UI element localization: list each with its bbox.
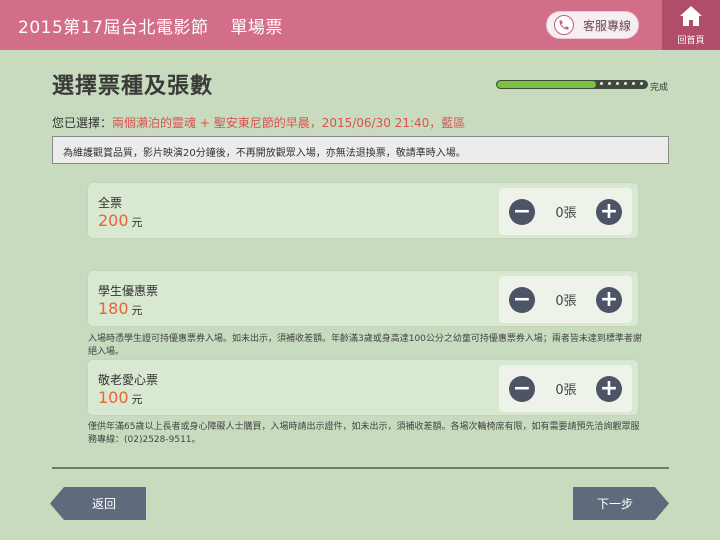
header-title: 2015第17屆台北電影節 單場票 (18, 13, 283, 38)
selection-value: 兩個瀨泊的靈魂 + 聖安東尼節的早晨，2015/06/30 21:40，藍區 (112, 116, 466, 130)
increase-button[interactable]: + (596, 376, 622, 402)
decrease-button[interactable]: − (509, 199, 535, 225)
senior-ticket-note: 僅供年滿65歲以上長者或身心障礙人士購買，入場時請出示證件，如未出示，須補收差額… (88, 422, 640, 445)
customer-service-button[interactable]: 客服專線 (546, 11, 639, 39)
ticket-price: 200 元 (98, 211, 143, 230)
quantity-stepper: − 0張 + (499, 365, 632, 412)
plus-icon: + (599, 199, 619, 224)
selection-label: 您已選擇： (52, 116, 113, 130)
festival-title: 2015第17屆台北電影節 (18, 18, 209, 38)
minus-icon: − (512, 287, 532, 312)
app-header: 2015第17屆台北電影節 單場票 客服專線 回首頁 (0, 0, 720, 50)
home-label: 回首頁 (677, 35, 705, 46)
progress-label: 完成 (650, 83, 669, 93)
progress-bar (496, 80, 648, 89)
ticket-card-full: 全票 200 元 − 0張 + (87, 182, 639, 239)
ticket-price: 100 元 (98, 388, 143, 407)
home-icon (679, 5, 703, 31)
entry-notice: 為維護觀賞品質，影片映演20分鐘後，不再開放觀眾入場，亦無法退換票，敬請準時入場… (52, 136, 669, 164)
increase-button[interactable]: + (596, 199, 622, 225)
increase-button[interactable]: + (596, 287, 622, 313)
minus-icon: − (512, 199, 532, 224)
ticket-card-student: 學生優惠票 180 元 − 0張 + (87, 270, 639, 327)
customer-service-label: 客服專線 (583, 18, 632, 33)
back-button[interactable]: 返回 (50, 487, 146, 520)
plus-icon: + (599, 287, 619, 312)
quantity-stepper: − 0張 + (499, 188, 632, 235)
next-button[interactable]: 下一步 (573, 487, 669, 520)
ticket-name: 敬老愛心票 (98, 373, 159, 387)
ticket-price-value: 100 (98, 388, 129, 407)
page-title: 選擇票種及張數 (52, 74, 214, 99)
progress-fill (497, 81, 596, 88)
quantity-stepper: − 0張 + (499, 276, 632, 323)
minus-icon: − (512, 376, 532, 401)
ticket-price: 180 元 (98, 299, 143, 318)
selection-summary: 您已選擇：兩個瀨泊的靈魂 + 聖安東尼節的早晨，2015/06/30 21:40… (52, 114, 465, 131)
ticket-price-unit: 元 (131, 304, 143, 317)
ticket-name: 學生優惠票 (98, 284, 159, 298)
quantity-value: 0張 (555, 294, 577, 309)
plus-icon: + (599, 376, 619, 401)
student-ticket-note: 入場時憑學生證可持優惠票券入場。如未出示，須補收差額。年齡滿3歲或身高達100公… (88, 334, 642, 357)
phone-icon (554, 15, 574, 35)
quantity-value: 0張 (555, 206, 577, 221)
ticket-price-unit: 元 (131, 216, 143, 229)
quantity-value: 0張 (555, 383, 577, 398)
decrease-button[interactable]: − (509, 376, 535, 402)
progress-dots (600, 82, 643, 85)
ticket-type-title: 單場票 (230, 18, 283, 38)
ticket-price-value: 180 (98, 299, 129, 318)
decrease-button[interactable]: − (509, 287, 535, 313)
ticket-price-value: 200 (98, 211, 129, 230)
footer-divider (52, 467, 669, 469)
ticket-card-senior: 敬老愛心票 100 元 − 0張 + (87, 359, 639, 416)
ticket-price-unit: 元 (131, 393, 143, 406)
ticket-name: 全票 (98, 196, 123, 210)
home-button[interactable]: 回首頁 (662, 0, 720, 50)
